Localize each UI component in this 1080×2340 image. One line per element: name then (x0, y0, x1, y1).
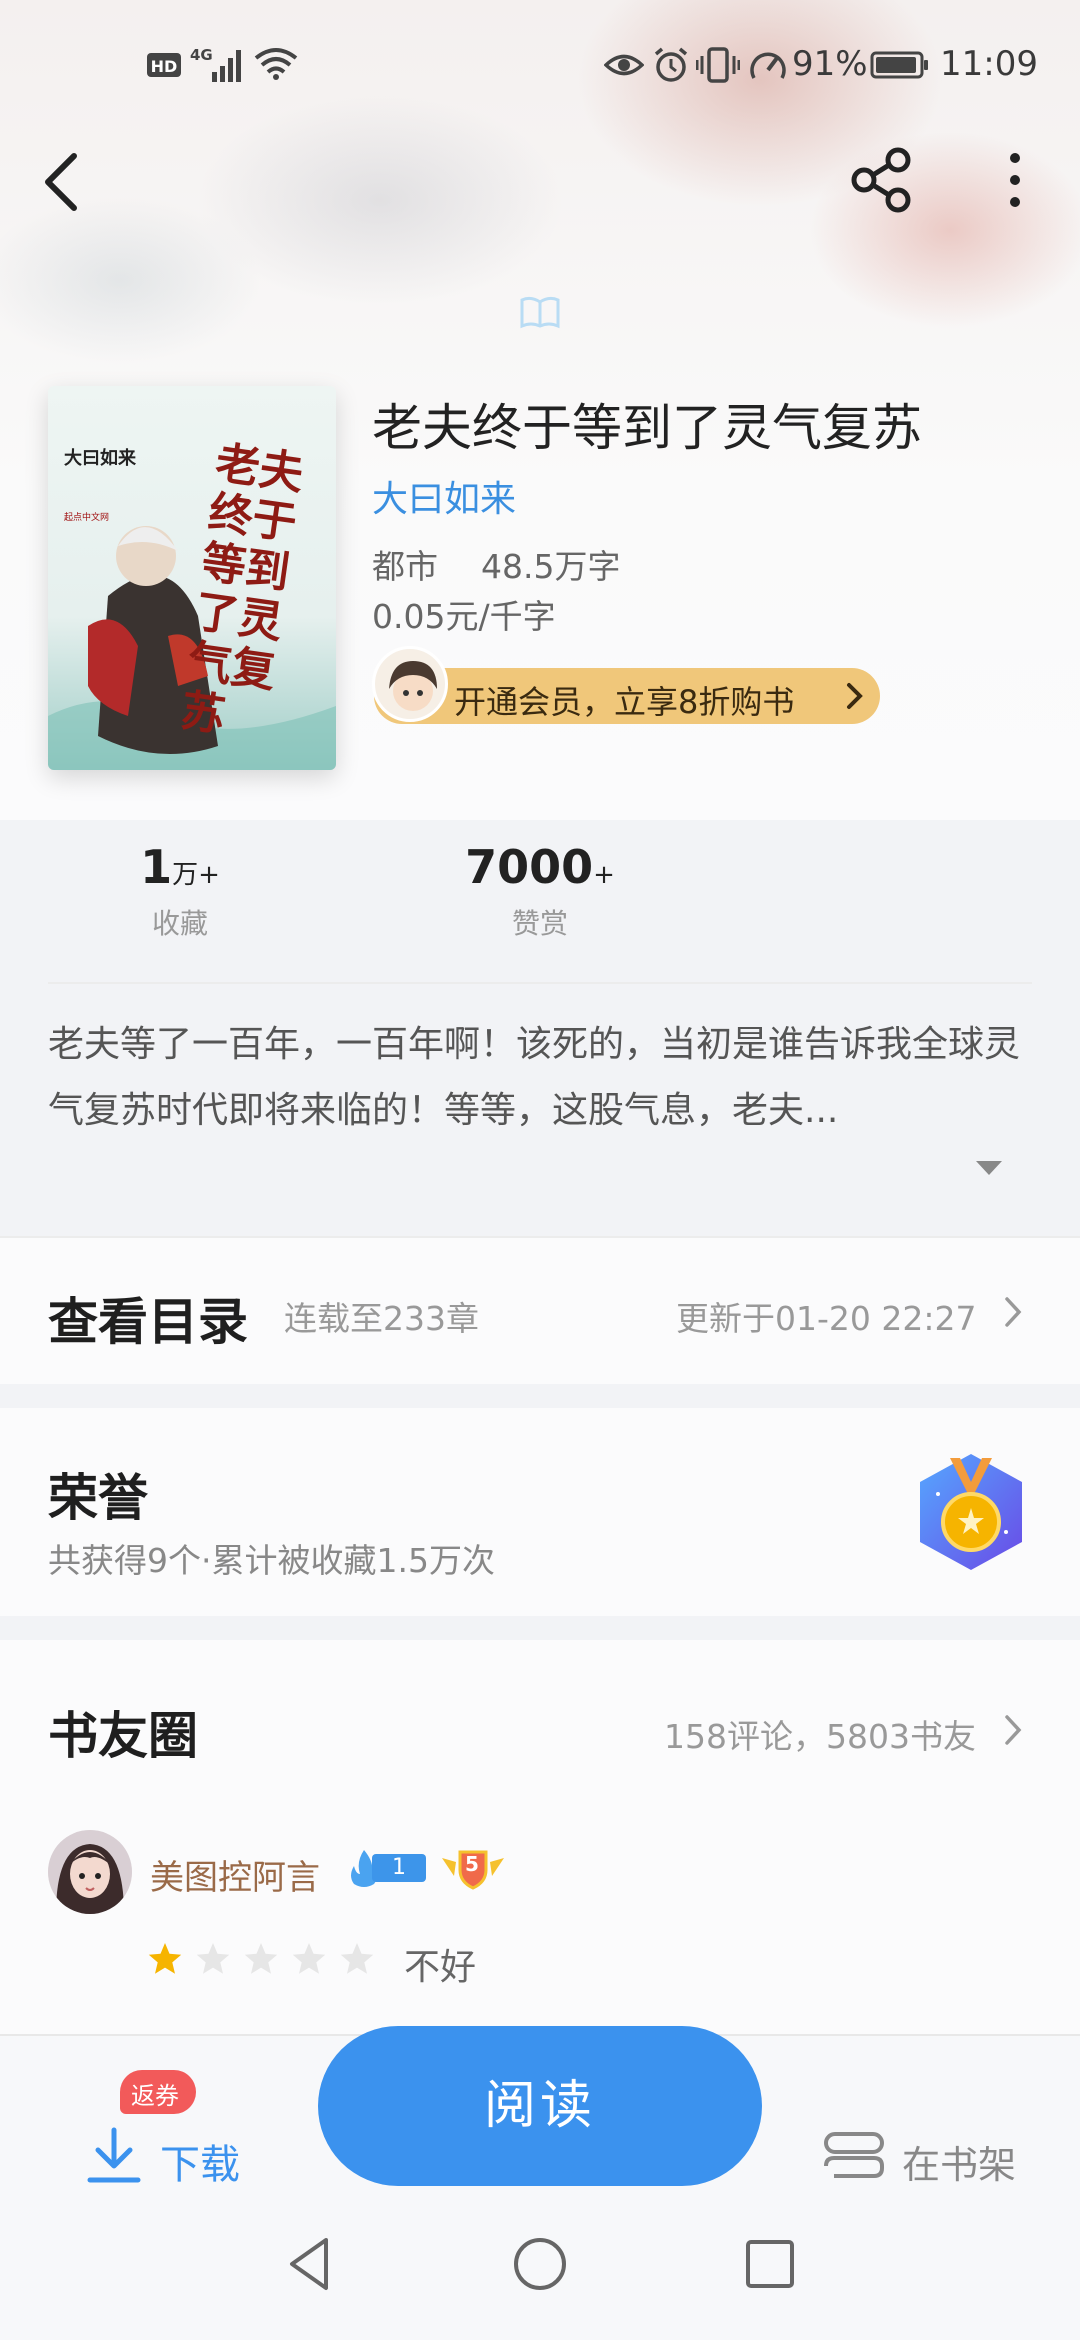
community-section: 书友圈 158评论，5803书友 美图控阿言 1 5 不好 (0, 1640, 1080, 2040)
stat-rewards: 7000+ 赞赏 (440, 840, 640, 942)
book-meta: 都市 48.5万字 (372, 540, 620, 588)
speed-icon (750, 52, 786, 79)
expand-arrow-icon[interactable] (974, 1158, 1004, 1178)
svg-text:4G: 4G (190, 46, 213, 64)
star-rating (148, 1940, 388, 1980)
coupon-badge: 返券 (120, 2070, 196, 2114)
honor-section[interactable]: 荣誉 共获得9个·累计被收藏1.5万次 (0, 1408, 1080, 1616)
shelf-button[interactable]: 在书架 (818, 2066, 1038, 2196)
author-link[interactable]: 大曰如来 (372, 470, 516, 522)
stat-label: 赞赏 (511, 907, 568, 940)
honor-title: 荣誉 (48, 1468, 148, 1527)
chevron-right-icon (1005, 1715, 1022, 1745)
nav-back-icon[interactable] (286, 2236, 334, 2292)
rating-text: 不好 (404, 1947, 477, 1988)
vip-label: 开通会员，立享8折购书 (454, 683, 795, 721)
honor-summary: 共获得9个·累计被收藏1.5万次 (48, 1541, 495, 1580)
stat-unit: + (593, 860, 615, 890)
clock: 11:09 (940, 44, 1038, 84)
catalog-title: 查看目录 (48, 1292, 248, 1351)
back-chevron-icon[interactable] (40, 150, 84, 214)
hd-icon: HD (147, 53, 181, 77)
star-empty-icon (340, 1943, 374, 1974)
battery-percent: 91% (792, 44, 868, 84)
category: 都市 (372, 547, 438, 586)
shelf-label: 在书架 (902, 2143, 1017, 2187)
wifi-icon (254, 48, 298, 80)
badge-level-number: 5 (465, 1852, 479, 1876)
stat-favorites: 1万+ 收藏 (100, 840, 260, 942)
download-button[interactable]: 下载 返券 (80, 2066, 260, 2196)
more-vertical-icon[interactable] (1000, 148, 1030, 212)
nav-home-icon[interactable] (512, 2236, 568, 2292)
nav-recents-icon[interactable] (744, 2238, 796, 2290)
cover-publisher-text: 起点中文网 (64, 513, 110, 523)
star-empty-icon (196, 1943, 230, 1974)
eye-icon (604, 54, 644, 76)
book-description[interactable]: 老夫等了一百年，一百年啊！该死的，当初是谁告诉我全球灵气复苏时代即将来临的！等等… (48, 1012, 1038, 1144)
username[interactable]: 美图控阿言 (150, 1850, 320, 1899)
vibrate-icon (696, 47, 740, 83)
stat-num: 7000 (465, 840, 594, 894)
word-count: 48.5万字 (481, 547, 621, 586)
star-filled-icon (148, 1943, 182, 1974)
vip-banner[interactable]: 开通会员，立享8折购书 (372, 646, 880, 724)
chevron-right-icon (847, 683, 863, 709)
stat-unit: 万+ (172, 860, 220, 890)
stat-label: 收藏 (151, 907, 208, 940)
avatar[interactable] (48, 1830, 132, 1914)
4g-signal-icon: 4G (190, 46, 241, 82)
star-empty-icon (244, 1943, 278, 1974)
stars-svg (148, 1943, 374, 1974)
stat-num: 1 (140, 840, 173, 894)
bookshelf-icon (824, 2132, 884, 2178)
review-item[interactable]: 美图控阿言 1 5 不好 (0, 1830, 1080, 2030)
status-bar: HD 4G 91% 11:09 (0, 0, 1080, 130)
share-icon[interactable] (848, 146, 916, 214)
star-empty-icon (292, 1943, 326, 1974)
divider (48, 982, 1032, 984)
community-summary[interactable]: 158评论，5803书友 (664, 1710, 976, 1758)
battery-icon (870, 51, 928, 79)
svg-text:HD: HD (151, 57, 178, 76)
cover-author-text: 大曰如来 (64, 448, 136, 469)
download-icon (87, 2127, 141, 2183)
alarm-icon (654, 47, 688, 82)
download-label: 下载 (160, 2142, 240, 2188)
community-title: 书友圈 (48, 1706, 198, 1765)
fan-level: 1 (372, 1854, 426, 1882)
coupon-badge-label: 返券 (131, 2082, 179, 2110)
book-open-icon (520, 296, 560, 329)
catalog-status: 连载至233章 (284, 1299, 479, 1338)
vip-avatar (372, 646, 448, 722)
read-button[interactable]: 阅读 (318, 2026, 762, 2186)
price: 0.05元/千字 (372, 597, 556, 636)
fan-level-badge: 1 (348, 1848, 428, 1888)
badge-level: 5 (440, 1846, 506, 1890)
book-title: 老夫终于等到了灵气复苏 (372, 399, 922, 457)
medal-icon (920, 1454, 1022, 1570)
catalog-updated: 更新于01-20 22:27 (676, 1299, 977, 1338)
book-cover[interactable]: 大曰如来 起点中文网 老夫终于等到了灵气复苏 (48, 386, 336, 770)
chevron-right-icon (1005, 1297, 1022, 1327)
catalog-row[interactable]: 查看目录 连载至233章 更新于01-20 22:27 (0, 1236, 1080, 1384)
